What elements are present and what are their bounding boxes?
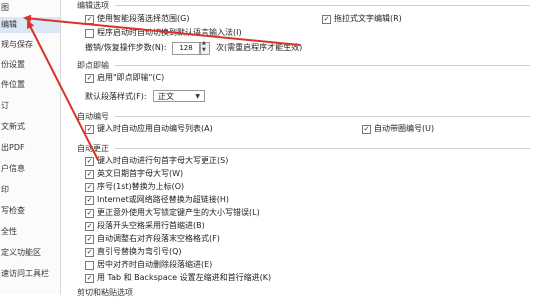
section-divider — [115, 116, 530, 117]
ac-hyperlink-label: Internet或网络路径替换为超链接(H) — [97, 195, 230, 204]
ac-indent-checkbox[interactable]: ✓ — [85, 222, 94, 231]
ac-capslock-checkbox[interactable]: ✓ — [85, 209, 94, 218]
ac-ordinal-checkbox[interactable]: ✓ — [85, 183, 94, 192]
sidebar-item-view[interactable]: 图 — [0, 0, 60, 16]
ac-date-checkbox[interactable]: ✓ — [85, 170, 94, 179]
ac-smart-quotes-checkbox[interactable]: ✓ — [85, 248, 94, 257]
undo-steps-spinner[interactable] — [200, 40, 210, 55]
section-title-cut-paste: 剪切和粘贴选项 — [77, 288, 133, 297]
sidebar-item-general-save[interactable]: 规与保存 — [0, 37, 60, 53]
sidebar-item-label: 全性 — [1, 227, 17, 236]
sidebar-item-label: 份设置 — [1, 60, 25, 69]
ac-center-indent-label: 居中对齐时自动删除段落缩进(E) — [97, 260, 213, 269]
circled-number-checkbox[interactable]: ✓ — [362, 125, 371, 134]
ac-center-indent-checkbox[interactable] — [85, 261, 94, 270]
sidebar-item-label: 出PDF — [1, 143, 25, 152]
ac-right-align-checkbox[interactable]: ✓ — [85, 235, 94, 244]
sidebar-item-quick-access-toolbar[interactable]: 速访问工具栏 — [0, 266, 60, 282]
undo-steps-suffix: 次(需重启程序才能生效) — [216, 43, 303, 52]
sidebar-item-label: 写检查 — [1, 206, 25, 215]
options-content: 编辑选项 ✓ 使用智能段落选择范围(G) ✓ 拖拉式文字编辑(R) 程序启动时自… — [75, 0, 534, 297]
drag-drop-label: 拖拉式文字编辑(R) — [334, 14, 402, 23]
section-title-autonum: 自动编号 — [77, 112, 109, 121]
ac-capslock-label: 更正意外使用大写锁定键产生的大小写错误(L) — [97, 208, 260, 217]
sidebar-item-customize-ribbon[interactable]: 定义功能区 — [0, 245, 60, 261]
ac-capitalize-checkbox[interactable]: ✓ — [85, 157, 94, 166]
ac-date-label: 英文日期首字母大写(W) — [97, 169, 184, 178]
smart-select-label: 使用智能段落选择范围(G) — [97, 14, 190, 23]
ime-switch-label: 程序启动时自动切换到默认语言输入法(I) — [97, 28, 242, 37]
sidebar-item-backup[interactable]: 份设置 — [0, 57, 60, 73]
options-sidebar: 图 编辑 规与保存 份设置 件位置 订 文新式 出PDF 户信息 印 写检查 全… — [0, 0, 61, 294]
instant-enable-label: 启用"即点即输"(C) — [97, 73, 165, 82]
sidebar-item-label: 户信息 — [1, 164, 25, 173]
sidebar-item-label: 定义功能区 — [1, 248, 41, 257]
ac-tab-backspace-label: 用 Tab 和 Backspace 设置左缩进和首行缩进(K) — [97, 273, 272, 282]
sidebar-item-label: 订 — [1, 101, 9, 110]
sidebar-item-label: 图 — [1, 3, 9, 12]
ime-switch-checkbox[interactable] — [85, 29, 94, 38]
ac-hyperlink-checkbox[interactable]: ✓ — [85, 196, 94, 205]
sidebar-item-spell-check[interactable]: 写检查 — [0, 203, 60, 219]
smart-select-checkbox[interactable]: ✓ — [85, 15, 94, 24]
sidebar-item-print[interactable]: 印 — [0, 182, 60, 198]
sidebar-item-export-pdf[interactable]: 出PDF — [0, 140, 60, 156]
auto-list-checkbox[interactable]: ✓ — [85, 125, 94, 134]
sidebar-item-label: 文新式 — [1, 122, 25, 131]
ac-capitalize-label: 键入时自动进行句首字母大写更正(S) — [97, 156, 229, 165]
section-title-autocorrect: 自动更正 — [77, 144, 109, 153]
default-style-select[interactable]: 正文 ▼ — [153, 90, 205, 102]
sidebar-item-file-location[interactable]: 件位置 — [0, 77, 60, 93]
undo-steps-input[interactable]: 128 — [172, 42, 200, 55]
sidebar-item-label: 印 — [1, 185, 9, 194]
circled-number-label: 自动带圈编号(U) — [374, 124, 435, 133]
chevron-down-icon: ▼ — [195, 93, 200, 100]
sidebar-item-label: 件位置 — [1, 80, 25, 89]
ac-ordinal-label: 序号(1st)替换为上标(O) — [97, 182, 185, 191]
section-title-edit: 编辑选项 — [77, 1, 109, 10]
section-title-instant: 即点即输 — [77, 61, 109, 70]
drag-drop-checkbox[interactable]: ✓ — [322, 15, 331, 24]
sidebar-item-label: 编辑 — [1, 20, 17, 29]
instant-enable-checkbox[interactable]: ✓ — [85, 74, 94, 83]
section-divider — [115, 148, 530, 149]
default-style-value: 正文 — [158, 92, 174, 101]
sidebar-item-security[interactable]: 全性 — [0, 224, 60, 240]
ac-smart-quotes-label: 直引号替换为弯引号(Q) — [97, 247, 182, 256]
ac-indent-label: 段落开头空格采用行首缩进(B) — [97, 221, 205, 230]
section-divider — [115, 5, 530, 6]
sidebar-item-label: 规与保存 — [1, 40, 33, 49]
sidebar-item-revision[interactable]: 订 — [0, 98, 60, 114]
sidebar-item-label: 速访问工具栏 — [1, 269, 49, 278]
section-divider — [115, 65, 530, 66]
ac-right-align-label: 自动调整右对齐段落末空格格式(F) — [97, 234, 220, 243]
ac-tab-backspace-checkbox[interactable]: ✓ — [85, 274, 94, 283]
auto-list-label: 键入时自动应用自动编号列表(A) — [97, 124, 213, 133]
default-style-label: 默认段落样式(F): — [85, 92, 147, 101]
undo-steps-label: 撤销/恢复操作步数(N): — [85, 43, 167, 52]
sidebar-item-chinese-style[interactable]: 文新式 — [0, 119, 60, 135]
sidebar-item-edit[interactable]: 编辑 — [0, 17, 60, 33]
sidebar-item-user-info[interactable]: 户信息 — [0, 161, 60, 177]
